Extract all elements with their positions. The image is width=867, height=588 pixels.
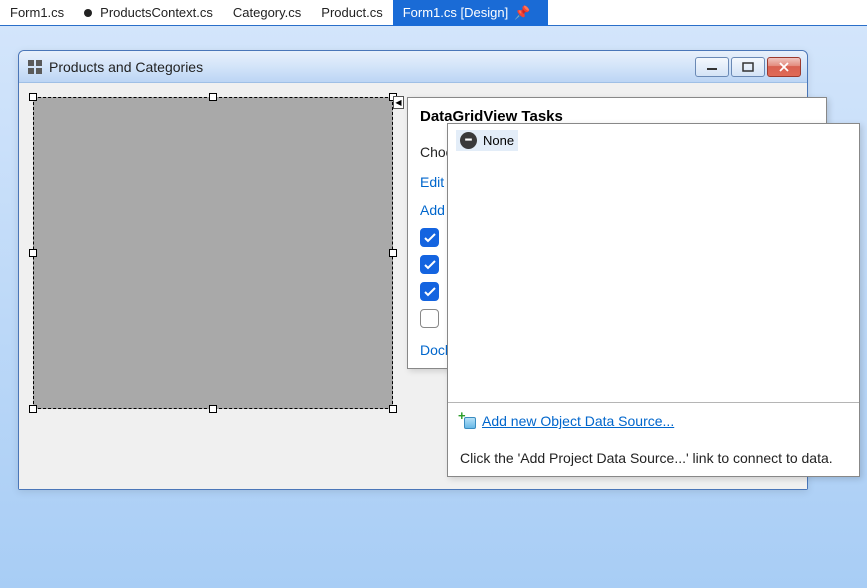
tab-form1-cs[interactable]: Form1.cs xyxy=(0,0,74,26)
close-button[interactable] xyxy=(767,57,801,77)
tab-productscontext-cs[interactable]: ProductsContext.cs xyxy=(74,0,223,26)
form-designer-surface[interactable]: Products and Categories xyxy=(0,26,867,588)
enable-column-reordering-checkbox[interactable] xyxy=(420,309,439,328)
datagrid-designer-selection[interactable]: ◀ xyxy=(33,97,393,409)
data-source-footer: + Add new Object Data Source... xyxy=(448,402,859,439)
tab-label: Form1.cs xyxy=(10,5,64,20)
minimize-button[interactable] xyxy=(695,57,729,77)
smart-tag-glyph-icon[interactable]: ◀ xyxy=(393,96,404,109)
new-data-source-icon: + xyxy=(460,413,476,429)
maximize-button[interactable] xyxy=(731,57,765,77)
resize-handle-w[interactable] xyxy=(29,249,37,257)
window-chrome-buttons xyxy=(695,57,801,77)
data-source-help-text: Click the 'Add Project Data Source...' l… xyxy=(448,439,859,476)
tab-label: Product.cs xyxy=(321,5,382,20)
document-tab-strip: Form1.cs ProductsContext.cs Category.cs … xyxy=(0,0,867,26)
data-source-dropdown-popup: ━ None + Add new Object Data Source... C… xyxy=(447,123,860,477)
tab-label: ProductsContext.cs xyxy=(100,5,213,20)
datagridview-control[interactable] xyxy=(33,97,393,409)
data-source-item-none[interactable]: ━ None xyxy=(456,130,518,151)
designed-form-window[interactable]: Products and Categories xyxy=(18,50,808,490)
add-new-object-data-source-row: + Add new Object Data Source... xyxy=(460,413,847,429)
resize-handle-s[interactable] xyxy=(209,405,217,413)
form-titlebar: Products and Categories xyxy=(19,51,807,83)
tab-form1-design[interactable]: Form1.cs [Design] 📌 xyxy=(393,0,549,26)
tab-category-cs[interactable]: Category.cs xyxy=(223,0,311,26)
pin-icon: 📌 xyxy=(514,5,530,21)
data-source-item-label: None xyxy=(483,133,514,148)
data-source-tree[interactable]: ━ None xyxy=(448,124,859,402)
resize-handle-se[interactable] xyxy=(389,405,397,413)
form-title: Products and Categories xyxy=(49,59,695,75)
dirty-indicator-icon xyxy=(84,9,92,17)
resize-handle-n[interactable] xyxy=(209,93,217,101)
enable-adding-checkbox[interactable] xyxy=(420,228,439,247)
add-new-object-data-source-link[interactable]: Add new Object Data Source... xyxy=(482,413,674,429)
enable-editing-checkbox[interactable] xyxy=(420,255,439,274)
resize-handle-nw[interactable] xyxy=(29,93,37,101)
enable-deleting-checkbox[interactable] xyxy=(420,282,439,301)
form-app-icon xyxy=(27,59,43,75)
tab-product-cs[interactable]: Product.cs xyxy=(311,0,392,26)
resize-handle-sw[interactable] xyxy=(29,405,37,413)
tab-label: Category.cs xyxy=(233,5,301,20)
none-icon: ━ xyxy=(460,132,477,149)
resize-handle-e[interactable] xyxy=(389,249,397,257)
tab-label: Form1.cs [Design] xyxy=(403,5,508,20)
